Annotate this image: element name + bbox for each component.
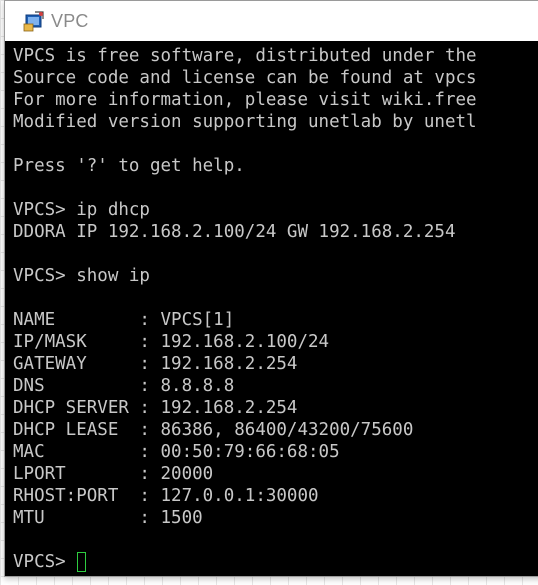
terminal-line: NAME : VPCS[1] (13, 310, 235, 330)
terminal-line: GATEWAY : 192.168.2.254 (13, 354, 298, 374)
terminal-line: VPCS> show ip (13, 266, 150, 286)
terminal-line: RHOST:PORT : 127.0.0.1:30000 (13, 486, 319, 506)
terminal-line: VPCS> ip dhcp (13, 200, 150, 220)
vpcs-console-window[interactable]: VPC VPCS is free software, distributed u… (4, 0, 538, 577)
terminal-line: VPCS is free software, distributed under… (13, 46, 477, 66)
terminal-line: Press '?' to get help. (13, 156, 245, 176)
window-titlebar[interactable]: VPC (5, 1, 538, 41)
terminal-line: DHCP LEASE : 86386, 86400/43200/75600 (13, 420, 414, 440)
terminal-prompt-line[interactable]: VPCS> (13, 551, 538, 573)
window-title: VPC (51, 10, 89, 31)
terminal-output[interactable]: VPCS is free software, distributed under… (5, 41, 538, 576)
vpcs-terminal-icon (23, 11, 44, 32)
terminal-line: IP/MASK : 192.168.2.100/24 (13, 332, 330, 352)
terminal-cursor[interactable] (77, 552, 87, 572)
terminal-line: DHCP SERVER : 192.168.2.254 (13, 398, 298, 418)
terminal-line: DNS : 8.8.8.8 (13, 376, 235, 396)
terminal-line: LPORT : 20000 (13, 464, 214, 484)
terminal-line: DDORA IP 192.168.2.100/24 GW 192.168.2.2… (13, 222, 456, 242)
terminal-line: MTU : 1500 (13, 508, 203, 528)
terminal-line: Modified version supporting unetlab by u… (13, 112, 477, 132)
terminal-line: For more information, please visit wiki.… (13, 90, 477, 110)
terminal-line: Source code and license can be found at … (13, 68, 477, 88)
terminal-line: MAC : 00:50:79:66:68:05 (13, 442, 340, 462)
terminal-prompt: VPCS> (13, 552, 77, 572)
